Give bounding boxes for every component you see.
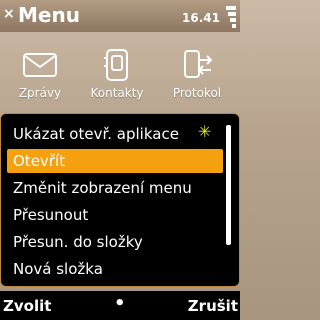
app-icon-row: Zprávy Kontakty Protokol	[0, 48, 240, 110]
app-label: Protokol	[172, 86, 222, 100]
menu-item-open[interactable]: Otevřít	[7, 149, 223, 173]
cancel-softkey[interactable]: Zrušit	[188, 297, 238, 315]
menu-item-change-view[interactable]: Změnit zobrazení menu	[7, 176, 223, 200]
menu-item-move[interactable]: Přesunout	[7, 203, 223, 227]
menu-item-show-open-apps[interactable]: Ukázat otevř. aplikace	[7, 122, 223, 146]
select-softkey[interactable]: Zvolit	[3, 297, 51, 315]
app-label: Zprávy	[18, 86, 62, 100]
sparkle-icon: ✳	[198, 122, 212, 141]
middle-softkey[interactable]: •	[114, 293, 126, 314]
scrollbar-thumb[interactable]	[226, 125, 231, 245]
log-icon	[179, 48, 215, 82]
app-contacts[interactable]: Kontakty	[82, 48, 152, 100]
page-title: Menu	[18, 3, 80, 27]
app-label: Kontakty	[90, 86, 144, 100]
menu-item-move-to-folder[interactable]: Přesun. do složky	[7, 230, 223, 254]
softkey-bar: Zvolit • Zrušit	[0, 291, 240, 320]
envelope-icon	[22, 48, 58, 82]
signal-strength-icon	[226, 6, 236, 30]
close-icon[interactable]: ×	[3, 6, 15, 22]
clock: 16.41	[182, 11, 220, 25]
app-messages[interactable]: Zprávy	[5, 48, 75, 100]
app-log[interactable]: Protokol	[162, 48, 232, 100]
title-bar: × Menu 16.41	[0, 0, 240, 32]
contacts-icon	[99, 48, 135, 82]
menu-item-new-folder[interactable]: Nová složka	[7, 257, 223, 281]
